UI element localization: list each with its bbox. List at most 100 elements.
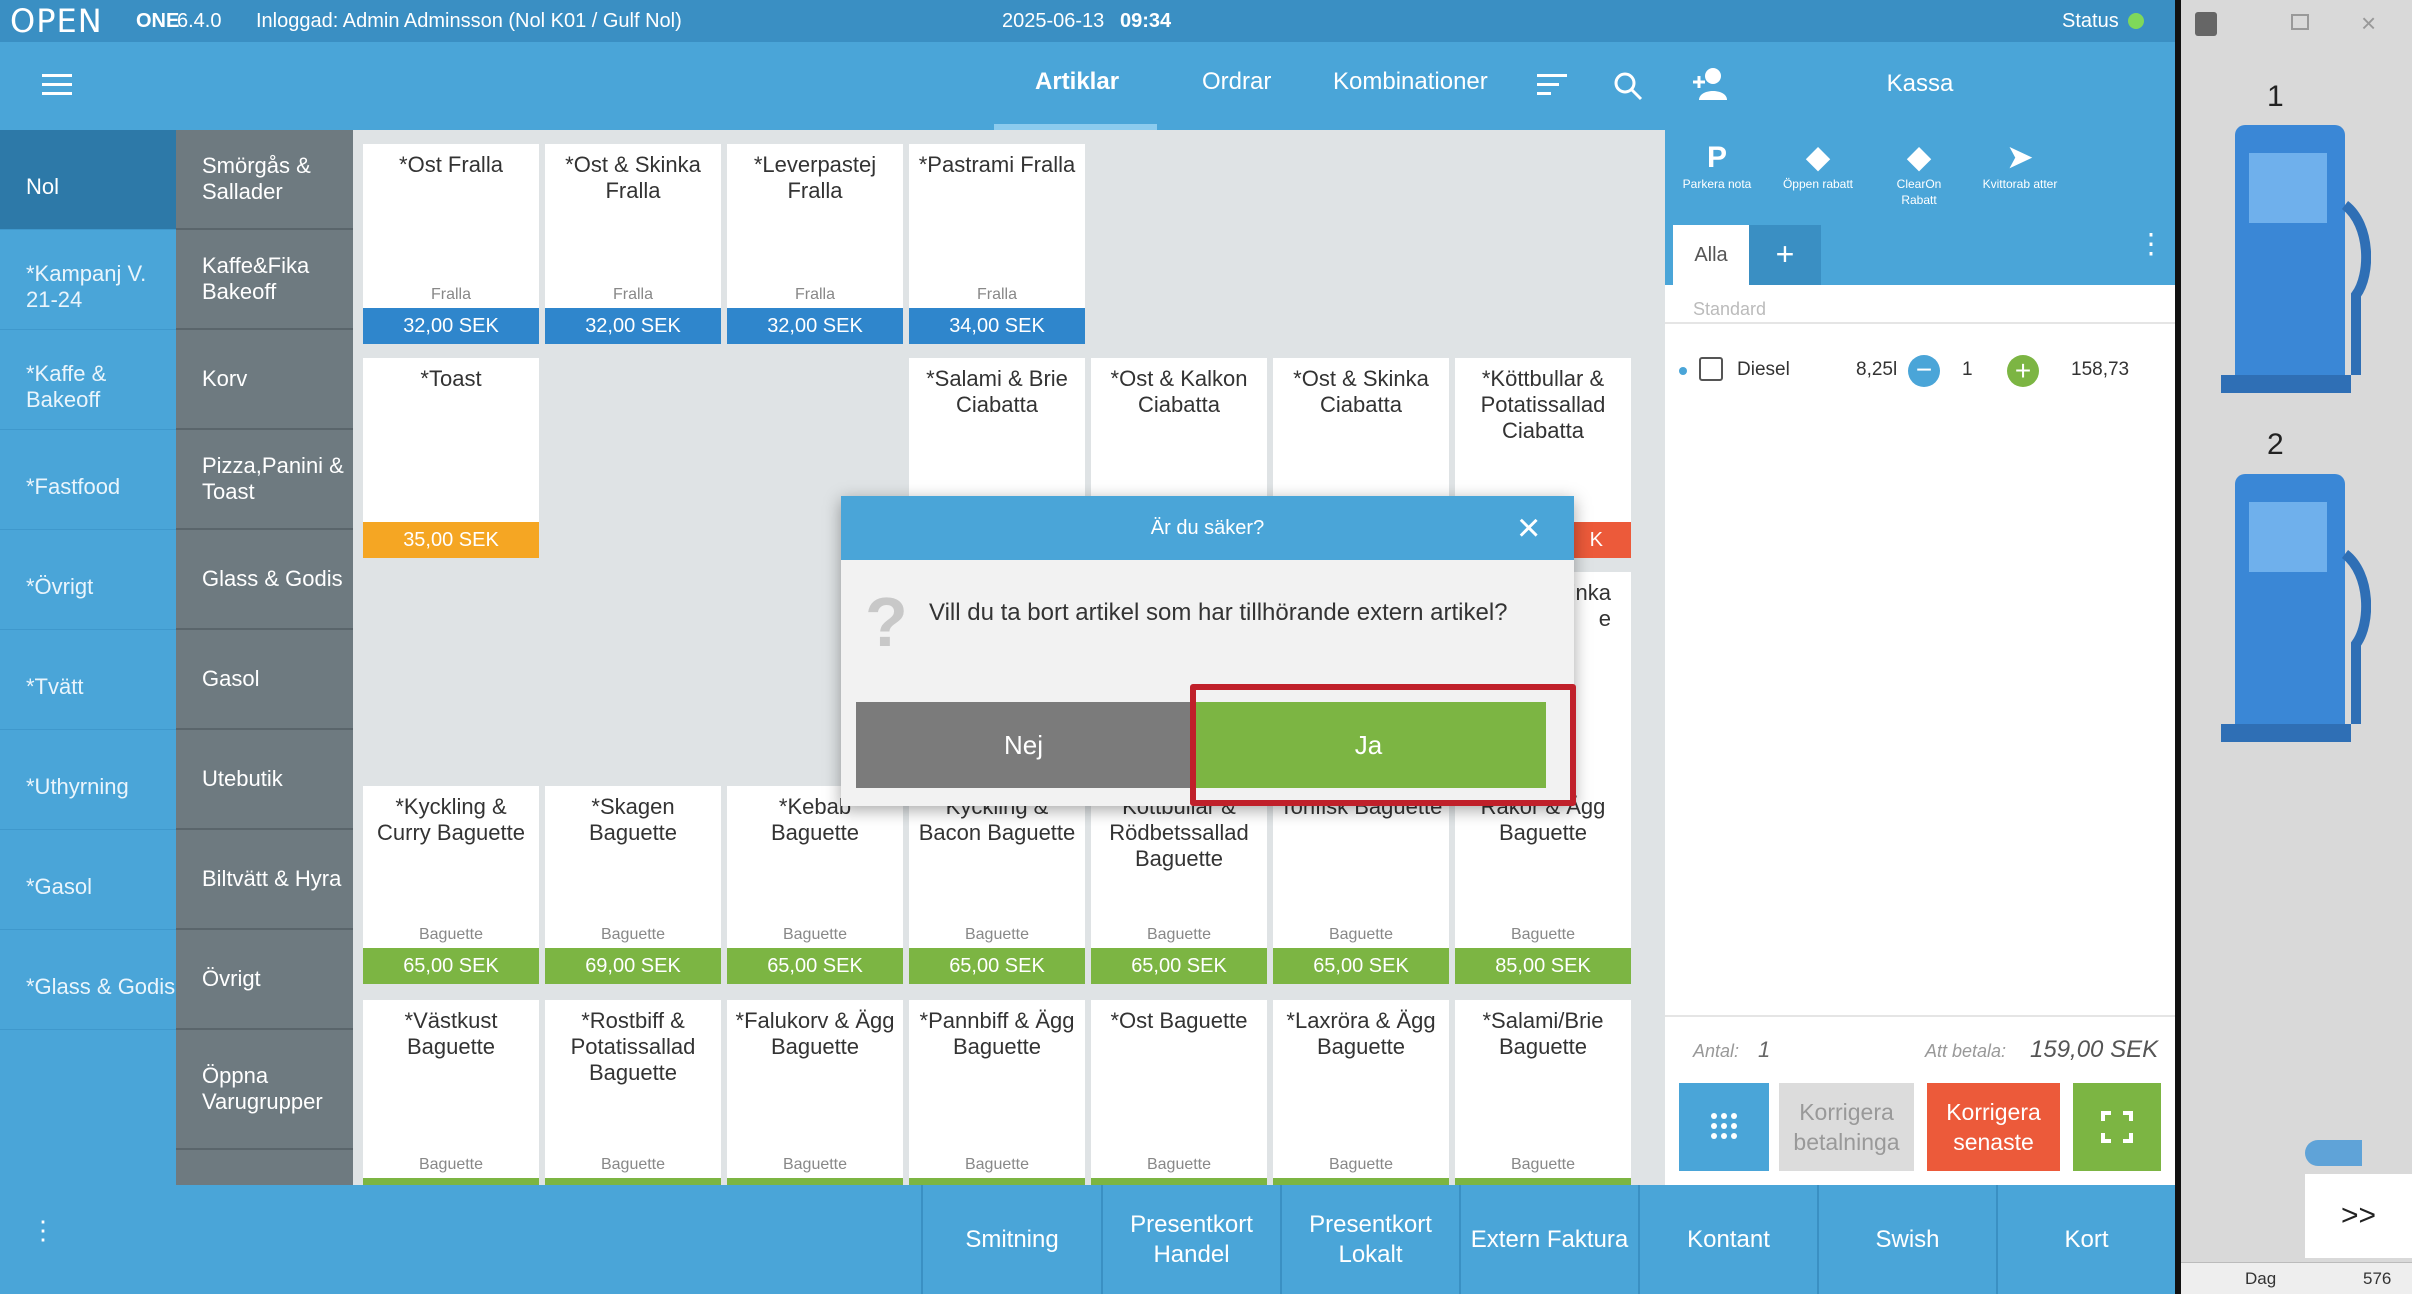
category-item[interactable]: *Övrigt [0, 530, 176, 630]
highlight-frame [1190, 684, 1576, 806]
product-tile[interactable]: *Pastrami Fralla Fralla 34,00 SEK [909, 144, 1085, 344]
next-button[interactable]: >> [2305, 1174, 2412, 1258]
product-tile[interactable]: *Falukorv & Ägg Baguette Baguette 65,00 … [727, 1000, 903, 1214]
tag-icon: ◆ [1907, 141, 1931, 174]
category-item[interactable]: *Tvätt [0, 630, 176, 730]
add-tab-button[interactable]: + [1749, 225, 1821, 285]
product-tile[interactable]: *Salami/Brie Baguette Baguette 65,00 SEK [1455, 1000, 1631, 1214]
category-item[interactable]: *Glass & Godis [0, 930, 176, 1030]
no-button[interactable]: Nej [856, 702, 1191, 788]
collapse-handle[interactable] [2305, 1140, 2362, 1166]
tab-ordrar[interactable]: Ordrar [1202, 68, 1271, 96]
subcategory-item[interactable]: Utebutik [176, 730, 353, 830]
keypad-button[interactable] [1679, 1083, 1769, 1171]
payment-kontant[interactable]: Kontant [1638, 1185, 1817, 1294]
pump-number: 1 [2267, 80, 2284, 113]
subcategory-item[interactable]: Korv [176, 330, 353, 430]
category-item[interactable]: *Kaffe & Bakeoff [0, 330, 176, 430]
payment-smitning[interactable]: Smitning [921, 1185, 1101, 1294]
receipt-line[interactable]: Diesel 8,25l − 1 + 158,73 [1665, 345, 2175, 395]
clearon-discount-button[interactable]: ◆ ClearOn Rabatt [1879, 140, 1959, 208]
product-tile[interactable]: *Rostbiff & Potatissallad Baguette Bague… [545, 1000, 721, 1214]
line-qty: 1 [1962, 359, 1973, 380]
to-pay-label: Att betala: [1925, 1041, 2007, 1061]
main-header: Artiklar Ordrar Kombinationer [0, 42, 1665, 130]
open-discount-button[interactable]: ◆ Öppen rabatt [1778, 140, 1858, 192]
product-tile[interactable]: *Ost Fralla Fralla 32,00 SEK [363, 144, 539, 344]
more-options-icon[interactable]: ⋮ [2137, 230, 2165, 258]
product-tile[interactable]: *Toast 35,00 SEK [363, 358, 539, 558]
divider [1665, 1015, 2175, 1017]
side-footer: Dag 576 [2181, 1262, 2412, 1294]
correct-payment-button[interactable]: Korrigera betalninga [1779, 1083, 1914, 1171]
dialog-close-icon[interactable]: × [1517, 508, 1540, 548]
category-item[interactable]: *Gasol [0, 830, 176, 930]
payment-extern-faktura[interactable]: Extern Faktura [1459, 1185, 1638, 1294]
close-icon[interactable]: × [2361, 8, 2376, 39]
fuel-pump-2[interactable] [2221, 474, 2371, 744]
product-tile[interactable]: *Laxröra & Ägg Baguette Baguette 85,00 S… [1273, 1000, 1449, 1214]
product-tile[interactable]: Tonfisk Baguette Baguette 65,00 SEK [1273, 786, 1449, 984]
more-options-icon[interactable]: ⋮ [30, 1217, 56, 1243]
pos-screen: OPEN ONE 6.4.0 Inloggad: Admin Adminsson… [0, 0, 2412, 1294]
product-tile[interactable]: *Kyckling & Curry Baguette Baguette 65,0… [363, 786, 539, 984]
product-tile[interactable]: Köttbullar & Rödbetssallad Baguette Bagu… [1091, 786, 1267, 984]
kassa-tabs: Alla + ⋮ [1665, 225, 2175, 285]
product-tile[interactable]: *Ost Baguette Baguette 59,00 SEK [1091, 1000, 1267, 1214]
product-tile[interactable]: Kyckling & Bacon Baguette Baguette 65,00… [909, 786, 1085, 984]
status-indicator [2128, 13, 2144, 29]
product-tile[interactable]: *Västkust Baguette Baguette 69,00 SEK [363, 1000, 539, 1214]
line-checkbox[interactable] [1699, 357, 1723, 381]
park-receipt-button[interactable]: P Parkera nota [1677, 140, 1757, 192]
subcategory-item[interactable]: Biltvätt & Hyra [176, 830, 353, 930]
subcategory-item[interactable]: Glass & Godis [176, 530, 353, 630]
product-tile[interactable]: *Ost & Skinka Fralla Fralla 32,00 SEK [545, 144, 721, 344]
maximize-icon[interactable] [2291, 14, 2309, 30]
subcategory-item[interactable]: Öppna Varugrupper [176, 1030, 353, 1150]
category-item[interactable]: Nol [0, 130, 176, 230]
kassa-header: Kassa [1665, 42, 2175, 130]
login-info: Inloggad: Admin Adminsson (Nol K01 / Gul… [256, 10, 682, 32]
day-label: Dag [2245, 1269, 2277, 1288]
status-label: Status [2062, 10, 2119, 32]
product-tile[interactable]: *Skagen Baguette Baguette 69,00 SEK [545, 786, 721, 984]
tab-artiklar[interactable]: Artiklar [1035, 68, 1119, 96]
product-tile[interactable]: *Kebab Baguette Baguette 65,00 SEK [727, 786, 903, 984]
subcategory-item[interactable]: Kaffe&Fika Bakeoff [176, 230, 353, 330]
kassa-toolbar: P Parkera nota ◆ Öppen rabatt ◆ ClearOn … [1665, 130, 2175, 225]
line-name: Diesel [1737, 359, 1790, 380]
category-item[interactable]: *Fastfood [0, 430, 176, 530]
subcategory-item[interactable]: Gasol [176, 630, 353, 730]
subcategory-item[interactable]: Övrigt [176, 930, 353, 1030]
decrease-qty-button[interactable]: − [1908, 355, 1940, 387]
correct-last-button[interactable]: Korrigera senaste [1927, 1083, 2060, 1171]
sort-icon[interactable] [1537, 74, 1567, 95]
increase-qty-button[interactable]: + [2007, 355, 2039, 387]
product-tile[interactable]: Räkor & Ägg Baguette Baguette 85,00 SEK [1455, 786, 1631, 984]
dialog-title: Är du säker? [841, 496, 1574, 560]
tab-alla[interactable]: Alla [1673, 225, 1749, 285]
hamburger-menu-icon[interactable] [42, 74, 72, 96]
subcategory-item[interactable]: Smörgås & Sallader [176, 130, 353, 230]
line-volume: 8,25l [1856, 359, 1898, 380]
category-item[interactable]: *Uthyrning [0, 730, 176, 830]
payment-swish[interactable]: Swish [1817, 1185, 1996, 1294]
receipt-discount-button[interactable]: ➤ Kvittorab atter [1980, 140, 2060, 192]
product-tile[interactable]: *Pannbiff & Ägg Baguette Baguette 65,00 … [909, 1000, 1085, 1214]
payment-kort[interactable]: Kort [1996, 1185, 2175, 1294]
payment-presentkort-handel[interactable]: Presentkort Handel [1101, 1185, 1280, 1294]
subcategory-list: Smörgås & Sallader Kaffe&Fika Bakeoff Ko… [176, 130, 353, 1185]
search-icon[interactable] [1612, 70, 1644, 102]
fullscreen-button[interactable] [2073, 1083, 2161, 1171]
fuel-pump-1[interactable] [2221, 125, 2371, 395]
keypad-icon [1711, 1113, 1737, 1139]
subcategory-item[interactable]: Pizza,Panini & Toast [176, 430, 353, 530]
tag-icon: ◆ [1806, 141, 1830, 174]
to-pay-amount: 159,00 SEK [2030, 1036, 2159, 1063]
tab-kombinationer[interactable]: Kombinationer [1333, 68, 1488, 96]
question-icon: ? [865, 583, 908, 661]
category-item[interactable]: *Kampanj V. 21-24 [0, 230, 176, 330]
product-tile[interactable]: *Leverpastej Fralla Fralla 32,00 SEK [727, 144, 903, 344]
payment-presentkort-lokalt[interactable]: Presentkort Lokalt [1280, 1185, 1459, 1294]
send-icon: ➤ [2007, 141, 2033, 174]
